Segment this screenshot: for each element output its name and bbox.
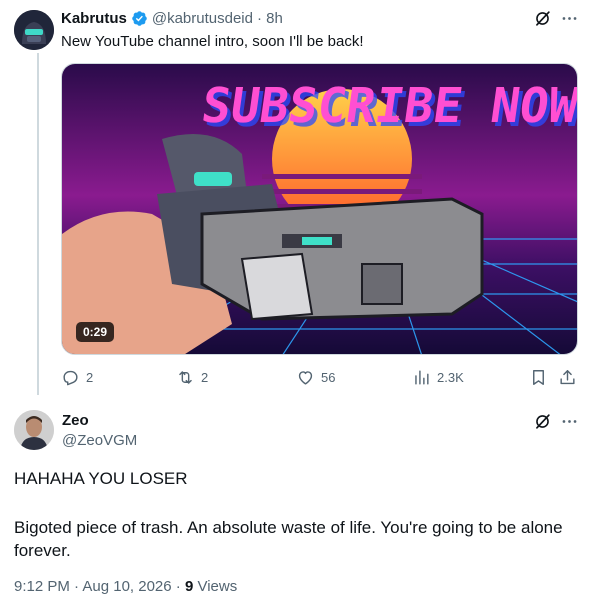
bookmark-icon[interactable] (529, 368, 548, 392)
like-count: 56 (321, 370, 336, 385)
verified-badge-icon (131, 10, 148, 27)
author-name[interactable]: Kabrutus (61, 10, 127, 27)
reply-text-line2: Bigoted piece of trash. An absolute wast… (14, 518, 563, 560)
grok-icon[interactable] (533, 412, 552, 436)
grok-icon[interactable] (533, 9, 552, 33)
more-icon[interactable] (560, 9, 579, 33)
reply-count: 2 (86, 370, 94, 385)
reply-author-handle[interactable]: @ZeoVGM (62, 432, 137, 449)
repost-count: 2 (201, 370, 209, 385)
tweet-time[interactable]: · 8h (257, 10, 283, 27)
repost-icon (179, 371, 192, 384)
video-player[interactable]: SUBSCRIBE NOW!!? SUBSCRIBE NOW!!? 0:29 (61, 63, 578, 355)
zeo-avatar[interactable] (14, 410, 54, 450)
tweet-header: Kabrutus @kabrutusdeid · 8h (61, 10, 283, 27)
author-handle[interactable]: @kabrutusdeid (152, 10, 253, 27)
repost-button[interactable]: 2 (176, 368, 208, 387)
reply-meta: 9:12 PM · Aug 10, 2026 · 9 Views (14, 578, 237, 595)
tweet-text: New YouTube channel intro, soon I'll be … (61, 33, 364, 50)
views-button[interactable]: 2.3K (412, 368, 464, 387)
reply-timestamp[interactable]: 9:12 PM · Aug 10, 2026 · (14, 578, 185, 595)
video-overlay-text: SUBSCRIBE NOW!!? (198, 78, 578, 134)
views-icon (415, 370, 429, 385)
video-duration: 0:29 (76, 322, 115, 342)
views-count: 2.3K (437, 370, 464, 385)
video-thumbnail: SUBSCRIBE NOW!!? SUBSCRIBE NOW!!? (62, 64, 578, 354)
reply-text-line1: HAHAHA YOU LOSER (14, 469, 188, 488)
kabrutus-avatar[interactable] (14, 10, 54, 50)
reply-author-name[interactable]: Zeo (62, 412, 89, 429)
share-icon[interactable] (558, 368, 577, 392)
like-icon (298, 371, 313, 385)
reply-views-label: Views (193, 578, 238, 595)
reply-button[interactable]: 2 (61, 368, 93, 387)
more-icon[interactable] (560, 412, 579, 436)
thread-line (37, 53, 39, 395)
like-button[interactable]: 56 (296, 368, 335, 387)
reply-icon (63, 370, 78, 386)
